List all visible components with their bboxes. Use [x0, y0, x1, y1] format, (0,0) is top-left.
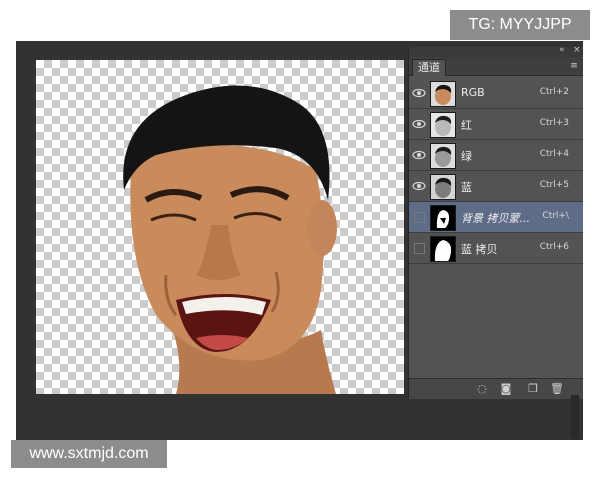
new-channel-icon[interactable]: ❐: [526, 382, 540, 396]
workspace-scrollbar[interactable]: [571, 395, 579, 439]
visibility-toggle[interactable]: [414, 212, 425, 223]
close-icon[interactable]: ×: [573, 45, 581, 55]
channel-row-blue-copy[interactable]: 蓝 拷贝 Ctrl+6: [409, 233, 583, 264]
portrait-image: [123, 85, 337, 394]
eye-icon[interactable]: [412, 86, 426, 100]
channel-shortcut: Ctrl+3: [539, 118, 569, 128]
channel-row-green[interactable]: 绿 Ctrl+4: [409, 140, 583, 171]
channel-row-background-copy-mask[interactable]: 背景 拷贝蒙... Ctrl+\: [409, 202, 583, 233]
tg-watermark: TG: MYYJJPP: [450, 10, 590, 40]
document-canvas[interactable]: [36, 60, 404, 394]
double-chevron-left-icon[interactable]: «: [559, 45, 565, 55]
channel-name: RGB: [461, 86, 485, 99]
load-selection-icon[interactable]: ◌: [475, 382, 489, 396]
channel-shortcut: Ctrl+2: [539, 87, 569, 97]
channel-name: 绿: [461, 150, 472, 163]
channel-thumbnail: [430, 81, 456, 107]
channel-thumbnail: [430, 236, 456, 262]
channel-thumbnail: [430, 112, 456, 138]
channel-name: 背景 拷贝蒙...: [461, 212, 530, 225]
channel-shortcut: Ctrl+6: [539, 242, 569, 252]
channel-row-rgb[interactable]: RGB Ctrl+2: [409, 78, 583, 109]
trash-icon[interactable]: 🗑: [550, 382, 564, 396]
channel-name: 蓝 拷贝: [461, 243, 498, 256]
eye-icon[interactable]: [412, 179, 426, 193]
channel-row-blue[interactable]: 蓝 Ctrl+5: [409, 171, 583, 202]
channel-thumbnail: [430, 143, 456, 169]
panel-header: 通道 ≡: [409, 57, 583, 76]
eye-icon[interactable]: [412, 117, 426, 131]
channel-list: RGB Ctrl+2 红 Ctrl+3 绿 Ctrl+4 蓝 Ctrl+5 背景…: [409, 78, 583, 264]
channel-thumbnail: [430, 174, 456, 200]
panel-footer: ◌ ◙ ❐ 🗑: [409, 378, 583, 399]
visibility-toggle[interactable]: [414, 243, 425, 254]
channels-panel: « × 通道 ≡ RGB Ctrl+2 红 Ctrl+3 绿 Ctrl+4 蓝 …: [408, 45, 583, 399]
channel-name: 红: [461, 119, 472, 132]
save-selection-icon[interactable]: ◙: [499, 382, 513, 396]
channel-thumbnail: [430, 205, 456, 231]
panel-title-strip: « ×: [409, 45, 583, 57]
channel-shortcut: Ctrl+5: [539, 180, 569, 190]
channel-shortcut: Ctrl+4: [539, 149, 569, 159]
eye-icon[interactable]: [412, 148, 426, 162]
site-watermark: www.sxtmjd.com: [11, 440, 167, 468]
channel-row-red[interactable]: 红 Ctrl+3: [409, 109, 583, 140]
panel-menu-icon[interactable]: ≡: [569, 61, 579, 71]
channel-shortcut: Ctrl+\: [542, 211, 569, 221]
tab-channels[interactable]: 通道: [412, 59, 446, 76]
channel-name: 蓝: [461, 181, 472, 194]
